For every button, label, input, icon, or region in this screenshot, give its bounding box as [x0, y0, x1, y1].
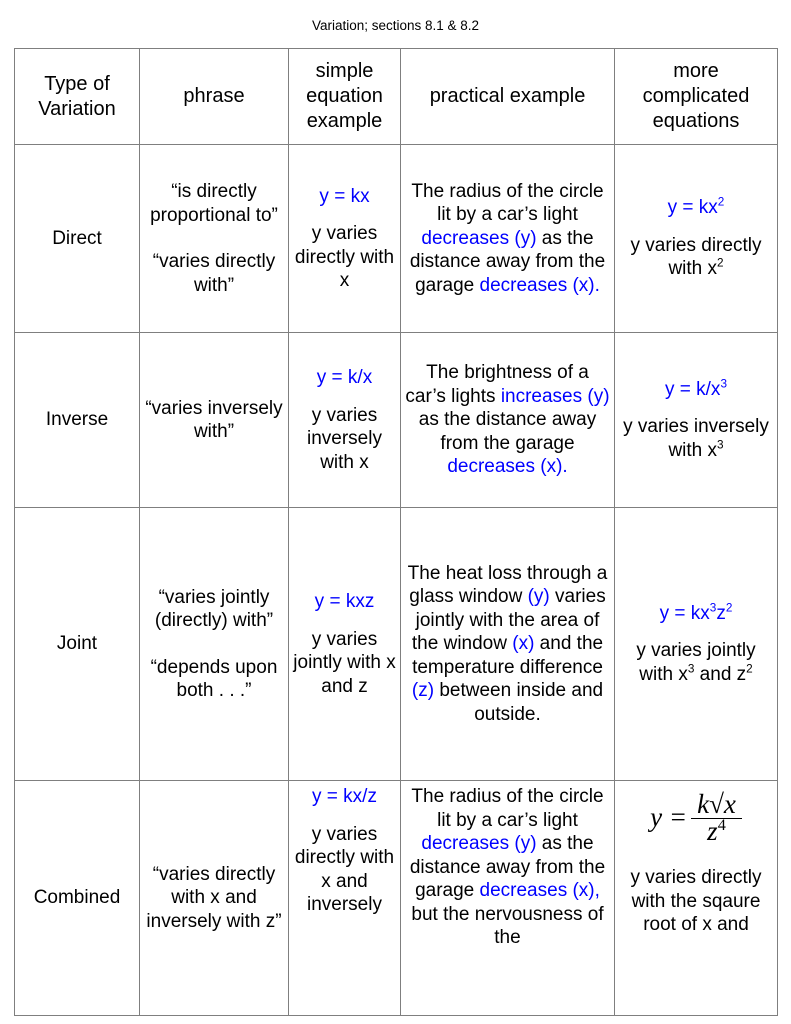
phrase-part-2: “depends upon both . . .” — [150, 656, 278, 702]
simple-equation-description: y varies directly with x — [294, 223, 395, 291]
practical-text-seg4: (x) — [512, 633, 535, 655]
phrase-part-1: “is directly proportional to” — [150, 181, 278, 226]
row-simple-equation-inverse: y = k/x y varies inversely with x — [288, 332, 401, 508]
simple-equation-description: y varies directly with x and inversely — [294, 823, 395, 916]
equation-spacer — [292, 208, 397, 222]
complicated-equation-description: y varies inversely with x3 — [618, 415, 774, 462]
row-simple-equation-direct: y = kx y varies directly with x — [288, 144, 401, 333]
row-complicated-equation-direct: y = kx2 y varies directly with x2 — [614, 144, 778, 333]
row-practical-example-inverse: The brightness of a car’s lights increas… — [400, 332, 615, 508]
row-simple-equation-joint: y = kxz y varies jointly with x and z — [288, 507, 401, 781]
practical-text-seg2: decreases (y) — [421, 833, 537, 854]
table-row: Joint “varies jointly (directly) with” “… — [14, 507, 778, 781]
row-type-combined: Combined — [14, 780, 140, 1016]
complicated-equation-exponent-2: 2 — [725, 601, 733, 615]
complicated-equation: y = kx3z2 — [618, 602, 774, 626]
math-denominator-exponent: 4 — [717, 815, 726, 834]
practical-text-seg1: The radius of the circle lit by a car’s … — [411, 180, 604, 226]
row-practical-example-joint: The heat loss through a glass window (y)… — [400, 507, 615, 781]
phrase-spacer — [143, 227, 285, 250]
math-denominator: z4 — [691, 815, 742, 846]
row-practical-example-combined: The radius of the circle lit by a car’s … — [400, 780, 615, 1016]
simple-equation: y = kxz — [314, 591, 375, 612]
row-phrase-combined: “varies directly with x and inversely wi… — [139, 780, 289, 1016]
table-row: Direct “is directly proportional to” “va… — [14, 144, 778, 333]
complicated-description-mid: and z — [694, 663, 747, 685]
table-header-row: Type of Variation phrase simple equation… — [14, 48, 778, 145]
row-type-joint: Joint — [14, 507, 140, 781]
simple-equation: y = k/x — [316, 367, 373, 388]
complicated-equation-base: y = k/x — [665, 378, 721, 400]
complicated-equation-tail: z — [716, 602, 726, 624]
complicated-equation-description: y varies jointly with x3 and z2 — [618, 639, 774, 686]
row-type-direct: Direct — [14, 144, 140, 333]
header-phrase: phrase — [139, 48, 289, 145]
math-lhs: y = — [650, 802, 688, 833]
complicated-description-text: y varies inversely with x — [623, 416, 769, 461]
complicated-equation: y = k/x3 — [618, 378, 774, 402]
row-complicated-equation-combined: y = k√x z4 y varies directly with the sqau… — [614, 780, 778, 1016]
equation-spacer — [618, 625, 774, 639]
header-simple-equation-example: simple equation example — [288, 48, 401, 145]
row-complicated-equation-joint: y = kx3z2 y varies jointly with x3 and z… — [614, 507, 778, 781]
practical-text-seg4: decreases (x). — [447, 456, 568, 478]
page-title: Variation; sections 8.1 & 8.2 — [311, 18, 480, 33]
simple-equation-description: y varies jointly with x and z — [293, 628, 396, 697]
row-practical-example-direct: The radius of the circle lit by a car’s … — [400, 144, 615, 333]
radical-icon: √ — [709, 789, 724, 819]
equation-spacer — [292, 809, 397, 823]
complicated-description-exponent-2: 2 — [746, 662, 753, 676]
complicated-equation-base: y = kx — [667, 197, 718, 219]
equation-spacer — [292, 614, 397, 628]
practical-text-seg2: increases (y) — [500, 385, 610, 407]
phrase-part-2: “varies directly with” — [152, 251, 276, 296]
page: Variation; sections 8.1 & 8.2 Type of Va… — [0, 0, 791, 1024]
math-numerator-k: k — [697, 789, 710, 819]
row-phrase-direct: “is directly proportional to” “varies di… — [139, 144, 289, 333]
header-practical-example: practical example — [400, 48, 615, 145]
complicated-equation-description: y varies directly with the sqaure root o… — [630, 867, 762, 935]
header-type-of-variation: Type of Variation — [14, 48, 140, 145]
phrase-spacer — [143, 633, 285, 656]
complicated-description-text: y varies directly with x — [630, 234, 762, 280]
complicated-equation-math: y = k√x z4 — [618, 791, 774, 846]
table-row: Inverse “varies inversely with” y = k/x … — [14, 332, 778, 508]
complicated-equation-description: y varies directly with x2 — [618, 234, 774, 281]
row-phrase-joint: “varies jointly (directly) with” “depend… — [139, 507, 289, 781]
math-fraction: k√x z4 — [691, 791, 742, 846]
simple-equation-description: y varies inversely with x — [307, 404, 382, 473]
math-denominator-z: z — [707, 815, 718, 846]
row-phrase-inverse: “varies inversely with” — [139, 332, 289, 508]
equation-spacer — [618, 220, 774, 234]
practical-text-seg3: as the distance away from the garage — [418, 409, 597, 454]
complicated-equation: y = kx2 — [618, 196, 774, 220]
row-simple-equation-combined: y = kx/z y varies directly with x and in… — [288, 780, 401, 1016]
row-complicated-equation-inverse: y = k/x3 y varies inversely with x3 — [614, 332, 778, 508]
phrase-part-1: “varies jointly (directly) with” — [154, 586, 274, 632]
practical-text-seg4: decreases (x), — [479, 880, 600, 901]
practical-text-seg1: The radius of the circle lit by a car’s … — [411, 786, 604, 831]
practical-text-seg7: between inside and outside. — [434, 680, 604, 725]
practical-text-seg4: decreases (x). — [479, 274, 600, 296]
equation-spacer — [618, 843, 774, 866]
complicated-equation-base: y = kx — [659, 602, 710, 624]
simple-equation: y = kx/z — [312, 786, 377, 807]
equation-spacer — [292, 390, 397, 404]
practical-text-seg5: but the nervousness of the — [411, 903, 604, 949]
complicated-description-exponent: 2 — [717, 256, 724, 270]
practical-text-seg6: (z) — [411, 680, 435, 702]
complicated-equation-exponent: 2 — [717, 195, 725, 209]
complicated-equation-exponent: 3 — [720, 377, 727, 391]
header-more-complicated-equations: more complicated equations — [614, 48, 778, 145]
math-numerator-x: x — [723, 789, 736, 819]
complicated-description-exponent: 3 — [717, 438, 724, 452]
simple-equation: y = kx — [319, 185, 370, 207]
practical-text-seg2: decreases (y) — [421, 227, 537, 249]
table-row: Combined “varies directly with x and inv… — [14, 780, 778, 1016]
variation-table: Type of Variation phrase simple equation… — [14, 48, 778, 1016]
practical-text-seg2: (y) — [527, 586, 550, 608]
equation-spacer — [618, 401, 774, 415]
row-type-inverse: Inverse — [14, 332, 140, 508]
